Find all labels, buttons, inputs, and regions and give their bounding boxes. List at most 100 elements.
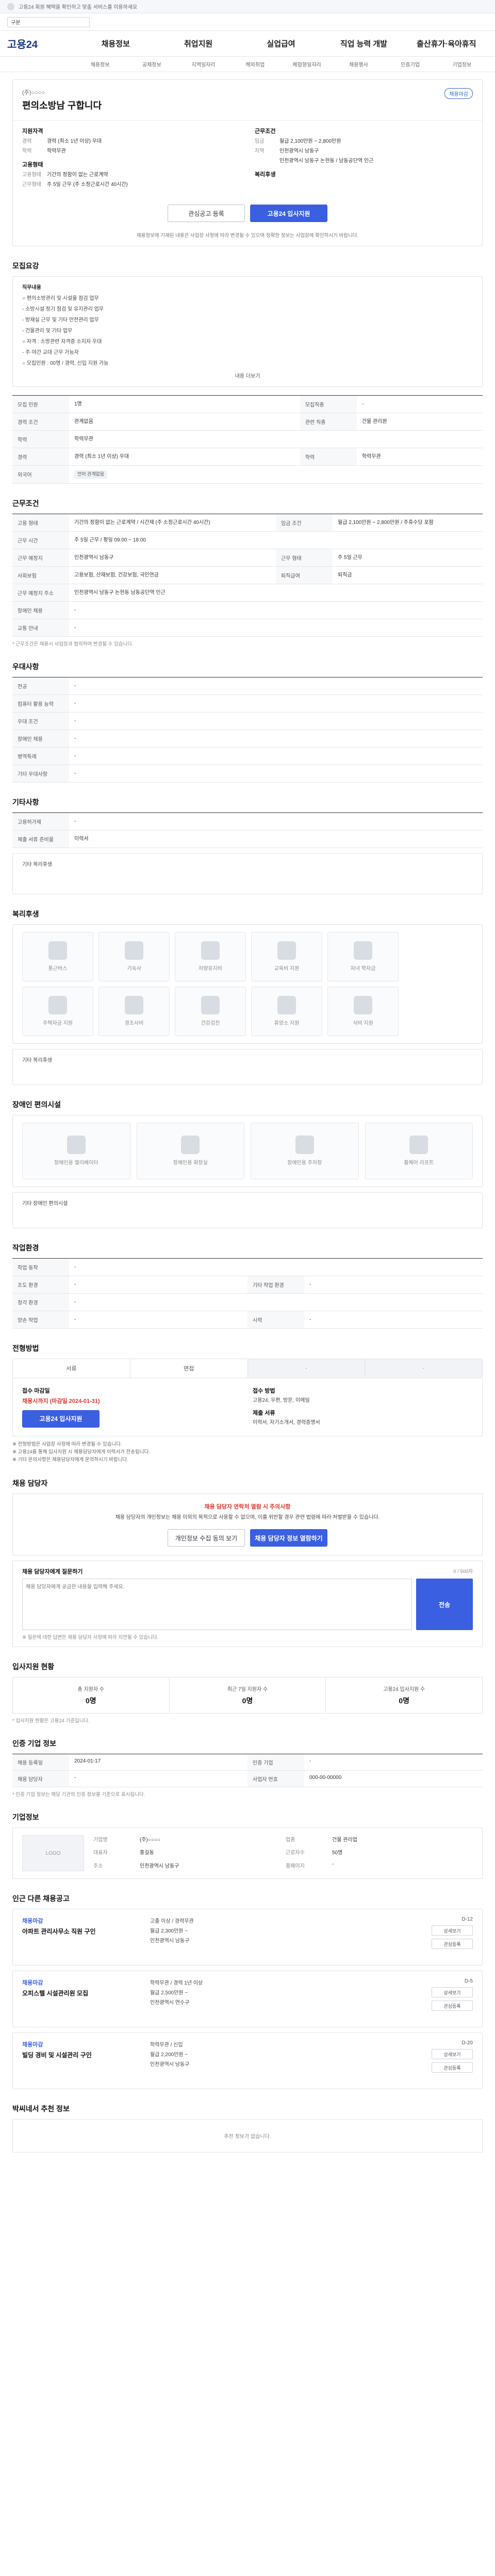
deadline-text: 채용시까지 (마감일 2024-01-31) bbox=[22, 1398, 100, 1404]
preference-section-title: 우대사항 bbox=[12, 662, 39, 671]
facility-item: 장애인용 주차장 bbox=[251, 1122, 359, 1179]
submenu-2[interactable]: 지역일자리 bbox=[178, 60, 229, 68]
list-item[interactable]: 채용마감 오피스텔 시설관리원 모집 학력무관 / 경력 1년 이상 월급 2,50… bbox=[12, 1971, 483, 2028]
conditions-group: 근무조건 임금 월급 2,100만원 ~ 2,800만원 지역 인천광역시 남동구 … bbox=[255, 127, 473, 191]
char-count: 0 / 500자 bbox=[453, 1569, 473, 1575]
welfare-item: 휴양소 지원 bbox=[251, 986, 322, 1036]
privacy-consent-button[interactable]: 개인정보 수집 동의 보기 bbox=[168, 1529, 245, 1547]
company-box: LOGO 기업명 (주)○○○○ 업종 건물 관리업 대표자 홍길동 근로자수 50명 주소… bbox=[12, 1827, 483, 1879]
elevator-icon bbox=[67, 1136, 86, 1154]
welfare-item: 식비 지원 bbox=[327, 986, 399, 1036]
more-button[interactable]: 내용 더보기 bbox=[22, 371, 473, 379]
submenu-7[interactable]: 기업정보 bbox=[436, 60, 488, 68]
recommend-empty: 추천 정보가 없습니다. bbox=[12, 2119, 483, 2153]
company-name[interactable]: (주)○○○○ bbox=[22, 88, 473, 96]
welfare-item: 차량유지비 bbox=[175, 931, 246, 981]
company-logo: LOGO bbox=[22, 1835, 84, 1872]
submenu-0[interactable]: 채용정보 bbox=[74, 60, 126, 68]
apply-step: - bbox=[248, 1359, 366, 1378]
status-badge: 채용마감 bbox=[444, 88, 473, 99]
top-notice-bar: 고용24 회원 혜택을 확인하고 맞춤 서비스를 이용하세요 bbox=[0, 0, 495, 13]
apply-step: 서류 bbox=[13, 1359, 130, 1378]
menu-jobs[interactable]: 채용정보 bbox=[74, 38, 157, 49]
sub-menu: 채용정보 공채정보 지역일자리 해외취업 체험형일자리 채용행사 인증기업 기업… bbox=[0, 57, 495, 72]
qualification-group: 지원자격 경력 경력 (최소 1년 이상) 우대 학력 학력무관 고용형태 고용형태… bbox=[22, 127, 240, 191]
detail-button[interactable]: 상세보기 bbox=[432, 1925, 473, 1936]
apply-section-title: 전형방법 bbox=[12, 1344, 39, 1352]
house-icon bbox=[48, 996, 67, 1014]
preference-table: 전공 - 컴퓨터 활용 능력 - 우대 조건 - 장애인 채용 - 병역특례 - 기타 우… bbox=[12, 676, 483, 783]
facility-item: 장애인용 엘리베이터 bbox=[22, 1122, 130, 1179]
environment-table: 작업 동작 - 조도 환경 - 기타 작업 환경 - 청각 환경 - 양손 작업 - 시력 - bbox=[12, 1258, 483, 1329]
view-manager-button[interactable]: 채용 담당자 정보 열람하기 bbox=[250, 1529, 327, 1547]
qualification-heading: 지원자격 bbox=[22, 128, 43, 134]
job-summary-card: (주)○○○○ 편의소방남 구합니다 채용마감 지원자격 경력 경력 (최소 1년… bbox=[12, 79, 483, 246]
facility-item: 휠체어 리프트 bbox=[365, 1122, 473, 1179]
info-icon bbox=[7, 3, 14, 10]
menu-unemployment[interactable]: 실업급여 bbox=[240, 38, 322, 49]
manager-warning: 채용 담당자 연락처 열람 시 주의사항 bbox=[204, 1504, 291, 1511]
hire-info-grid: 채용 등록일 2024-01-17 인증 기업 - 채용 담당자 - 사업자 번호 000-… bbox=[12, 1754, 483, 1788]
apply-notes: ※ 전형방법은 사업장 사정에 따라 변경될 수 있습니다. ※ 고용24를 통… bbox=[12, 1441, 150, 1463]
bookmark-button[interactable]: 관심등록 bbox=[432, 2001, 473, 2011]
welfare-item: 기숙사 bbox=[98, 931, 170, 981]
bookmark-button[interactable]: 관심등록 bbox=[432, 2062, 473, 2073]
apply-step-tabs: 서류 면접 - - bbox=[12, 1358, 483, 1378]
restroom-icon bbox=[181, 1136, 200, 1154]
conditions-section-title: 근무조건 bbox=[12, 499, 39, 507]
scholarship-icon bbox=[354, 941, 372, 960]
gift-icon bbox=[125, 996, 143, 1014]
job-notice: 채용정보에 기재된 내용은 사업장 사정에 따라 변경될 수 있으며 정확한 정… bbox=[136, 233, 359, 239]
detail-button[interactable]: 상세보기 bbox=[432, 2049, 473, 2060]
education-icon bbox=[277, 941, 296, 960]
apply-button[interactable]: 고용24 입사지원 bbox=[250, 205, 327, 222]
submenu-3[interactable]: 해외취업 bbox=[229, 60, 281, 68]
submenu-4[interactable]: 체험형일자리 bbox=[281, 60, 333, 68]
welfare-item: 건강검진 bbox=[175, 986, 246, 1036]
bookmark-button[interactable]: 관심등록 bbox=[432, 1939, 473, 1950]
question-input[interactable] bbox=[22, 1579, 412, 1631]
detail-button[interactable]: 상세보기 bbox=[432, 1987, 473, 1998]
hire-section-title: 인증 기업 정보 bbox=[12, 1739, 57, 1748]
welfare-item: 통근버스 bbox=[22, 931, 93, 981]
submenu-6[interactable]: 인증기업 bbox=[385, 60, 436, 68]
manager-section-title: 채용 담당자 bbox=[12, 1479, 48, 1488]
other-jobs-section-title: 인근 다른 채용공고 bbox=[12, 1894, 70, 1903]
site-logo[interactable]: 고용24 bbox=[7, 36, 74, 51]
facility-item: 장애인용 화장실 bbox=[136, 1122, 244, 1179]
search-category-select[interactable]: 구분 bbox=[7, 16, 90, 27]
health-icon bbox=[201, 996, 220, 1014]
company-section-title: 기업정보 bbox=[12, 1813, 39, 1822]
menu-training[interactable]: 직업 능력 개발 bbox=[322, 38, 405, 49]
facility-section-title: 장애인 편의시설 bbox=[12, 1100, 61, 1109]
list-item[interactable]: 채용마감 빌딩 경비 및 시설관리 구인 학력무관 / 신입 월급 2,200만원 … bbox=[12, 2032, 483, 2090]
meal-icon bbox=[354, 996, 372, 1014]
submenu-1[interactable]: 공채정보 bbox=[126, 60, 177, 68]
submenu-5[interactable]: 채용행사 bbox=[333, 60, 384, 68]
employment-type-heading: 고용형태 bbox=[22, 162, 43, 168]
send-question-button[interactable]: 전송 bbox=[416, 1579, 473, 1631]
etc-box: 기타 복리후생 bbox=[12, 853, 483, 894]
list-item[interactable]: 채용마감 아파트 관리사무소 직원 구인 고졸 이상 / 경력무관 월급 2,300… bbox=[12, 1909, 483, 1966]
welfare-etc-box: 기타 복리후생 bbox=[12, 1048, 483, 1085]
welfare-box: 통근버스 기숙사 차량유지비 교육비 지원 자녀 학자금 주택자금 지원 경조사… bbox=[12, 924, 483, 1044]
apply-step: 면접 bbox=[130, 1359, 248, 1378]
dormitory-icon bbox=[125, 941, 143, 960]
etc-table: 고용허가제 - 제출 서류 준비물 이력서 bbox=[12, 812, 483, 848]
bookmark-button[interactable]: 관심공고 등록 bbox=[168, 205, 245, 222]
conditions-heading: 근무조건 bbox=[255, 128, 276, 134]
recommend-section-title: 박씨네서 추천 정보 bbox=[12, 2105, 70, 2113]
search-bar: 구분 bbox=[0, 13, 495, 31]
menu-employment-support[interactable]: 취업지원 bbox=[157, 38, 239, 49]
bus-icon bbox=[48, 941, 67, 960]
menu-parental-leave[interactable]: 출산휴가·육아휴직 bbox=[405, 38, 488, 49]
etc-section-title: 기타사항 bbox=[12, 798, 39, 806]
conditions-table: 고용 형태 기간의 정함이 없는 근로계약 / 시간제 (주 소정근로시간 40시… bbox=[12, 513, 483, 637]
wheelchair-icon bbox=[409, 1136, 428, 1154]
apply-button-2[interactable]: 고용24 입사지원 bbox=[22, 1410, 100, 1428]
welfare-item: 주택자금 지원 bbox=[22, 986, 93, 1036]
welfare-item: 교육비 지원 bbox=[251, 931, 322, 981]
welfare-item: 경조사비 bbox=[98, 986, 170, 1036]
resort-icon bbox=[277, 996, 296, 1014]
base-info-table: 모집 인원 1명 모집직종 - 경력 조건 관계없음 관련 직종 건물 관리원 학력 학력무관… bbox=[12, 395, 483, 484]
